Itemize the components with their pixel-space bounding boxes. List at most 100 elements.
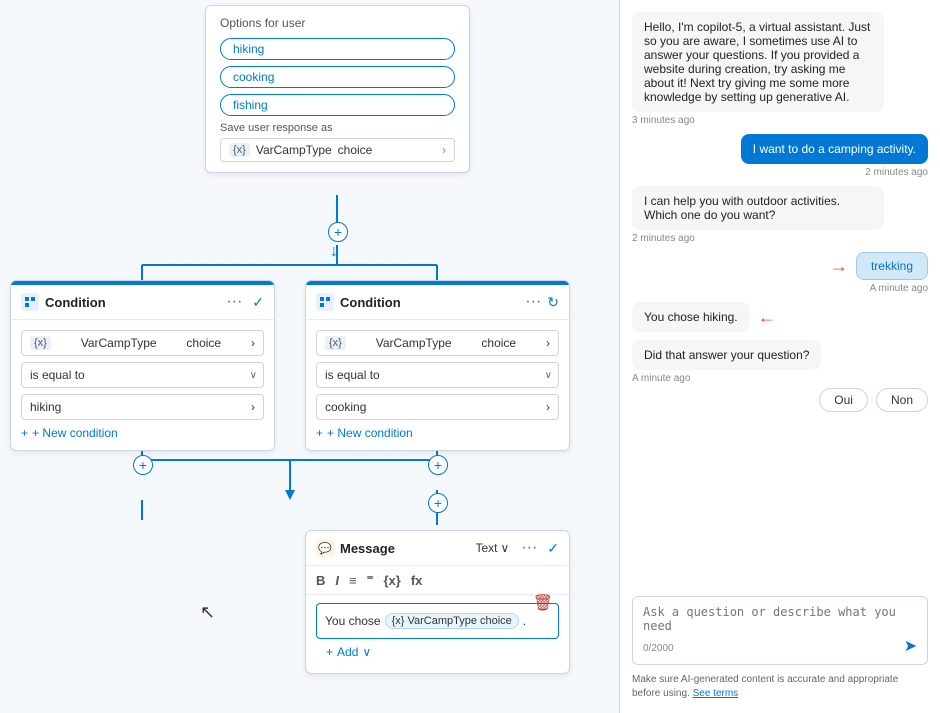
var-pill: {x} VarCampType choice [385,613,519,629]
timestamp-4: A minute ago [870,283,928,294]
condition-body-left: {x} VarCampType choice › is equal to ∨ h… [11,320,274,450]
var-tag: {x} [229,143,250,157]
chat-message-3: I can help you with outdoor activities. … [632,186,928,244]
list-btn[interactable]: ≡ [349,573,357,588]
oui-non-row: Oui Non [632,388,928,412]
condition-value-left: hiking [30,400,61,414]
send-button[interactable]: ➤ [904,636,917,656]
new-condition-left[interactable]: + + New condition [21,426,264,440]
message-card: 💬 Message Text ∨ ··· ✓ B I ≡ ⁼ {x} fx 🗑 … [305,530,570,674]
cond-chevron-left: › [251,336,255,350]
var-name: VarCampType [256,143,332,157]
chevron-down-right: ∨ [545,370,552,381]
chat-bubble-left-3: I can help you with outdoor activities. … [632,186,884,230]
message-suffix: . [523,614,526,628]
chat-message-6: Did that answer your question? A minute … [632,340,928,412]
oui-button[interactable]: Oui [819,388,868,412]
condition-operator-left: is equal to [30,368,85,382]
chat-input-area: 0/2000 ➤ [632,596,928,665]
plus-connector-top[interactable]: + [328,222,348,242]
add-chevron: ∨ [362,645,371,659]
condition-card-left: Condition ··· ✓ {x} VarCampType choice ›… [10,280,275,451]
variable-btn[interactable]: {x} [383,573,400,588]
chat-message-4: → trekking A minute ago [632,252,928,294]
new-condition-label-right: + New condition [327,426,413,440]
message-text-area[interactable]: You chose {x} VarCampType choice . [316,603,559,639]
non-button[interactable]: Non [876,388,928,412]
plus-connector-merge[interactable]: + [428,493,448,513]
chevron-down-left: ∨ [250,370,257,381]
cond-var-type-left: choice [186,336,221,350]
condition-more-left[interactable]: ··· [226,293,242,311]
message-header: 💬 Message Text ∨ ··· ✓ [306,531,569,566]
formula-btn[interactable]: fx [411,573,423,588]
char-count: 0/2000 [643,643,674,654]
chat-panel: Hello, I'm copilot-5, a virtual assistan… [620,0,940,713]
ordered-list-btn[interactable]: ⁼ [367,572,374,588]
cond-var-type-right: choice [481,336,516,350]
cond-var-name-right: VarCampType [376,336,452,350]
condition-more-right[interactable]: ··· [525,293,541,311]
italic-btn[interactable]: I [335,573,339,588]
new-condition-label-left: + New condition [32,426,118,440]
hiking-row: You chose hiking. ← [632,302,928,332]
chat-bubble-left-1: Hello, I'm copilot-5, a virtual assistan… [632,12,884,112]
var-row[interactable]: {x} VarCampType choice › [220,138,455,162]
new-condition-right[interactable]: + + New condition [316,426,559,440]
condition-icon-left [21,293,39,311]
condition-var-row-right[interactable]: {x} VarCampType choice › [316,330,559,356]
chat-message-1: Hello, I'm copilot-5, a virtual assistan… [632,12,928,126]
chat-bubble-right-2: I want to do a camping activity. [741,134,928,164]
condition-card-right: Condition ··· ↻ {x} VarCampType choice ›… [305,280,570,451]
pill-var-name: VarCampType [407,615,477,627]
message-body: 🗑 You chose {x} VarCampType choice . + A… [306,595,569,673]
timestamp-6: A minute ago [632,373,928,384]
text-mode-dropdown[interactable]: Text ∨ [475,541,509,555]
save-response-label: Save user response as [220,122,455,134]
chat-input[interactable] [643,605,917,633]
chat-message-2: I want to do a camping activity. 2 minut… [632,134,928,178]
plus-icon-right: + [316,426,323,440]
option-chip-hiking[interactable]: hiking [220,38,455,60]
cursor-icon: ↖ [200,602,215,623]
see-terms-link[interactable]: See terms [693,688,739,699]
message-check: ✓ [547,540,559,557]
timestamp-3: 2 minutes ago [632,233,928,244]
plus-icon-left: + [21,426,28,440]
add-link[interactable]: + Add ∨ [316,639,559,665]
plus-connector-right-bottom[interactable]: + [428,455,448,475]
condition-value-right: cooking [325,400,366,414]
arrow-red-icon: → [830,256,848,277]
down-arrow-icon: ↓ [330,243,338,261]
val-chevron-right: › [546,400,550,414]
trekking-row: → trekking [632,252,928,280]
plus-connector-left-bottom[interactable]: + [133,455,153,475]
condition-icon-right [316,293,334,311]
condition-header-left: Condition ··· ✓ [11,285,274,320]
condition-var-row-left[interactable]: {x} VarCampType choice › [21,330,264,356]
arrow-red-left-icon: ← [758,307,776,328]
cond-var-name-left: VarCampType [81,336,157,350]
options-card: Options for user hiking cooking fishing … [205,5,470,173]
condition-check-left: ✓ [252,294,264,311]
bold-btn[interactable]: B [316,573,325,588]
val-chevron-left: › [251,400,255,414]
refresh-icon-right[interactable]: ↻ [547,294,559,311]
chat-bubble-trekking[interactable]: trekking [856,252,928,280]
option-chip-cooking[interactable]: cooking [220,66,455,88]
condition-val-row-right[interactable]: cooking › [316,394,559,420]
mode-label: Text [475,541,497,555]
arrow-right-icon: › [442,143,446,157]
pill-var-type: choice [480,615,512,627]
condition-op-row-left[interactable]: is equal to ∨ [21,362,264,388]
timestamp-2: 2 minutes ago [865,167,928,178]
message-title: Message [340,541,469,556]
options-title: Options for user [220,16,455,30]
option-chip-fishing[interactable]: fishing [220,94,455,116]
message-more-btn[interactable]: ··· [521,539,537,557]
var-type: choice [338,143,373,157]
message-toolbar: B I ≡ ⁼ {x} fx [306,566,569,595]
condition-op-row-right[interactable]: is equal to ∨ [316,362,559,388]
condition-title-left: Condition [45,295,220,310]
condition-val-row-left[interactable]: hiking › [21,394,264,420]
